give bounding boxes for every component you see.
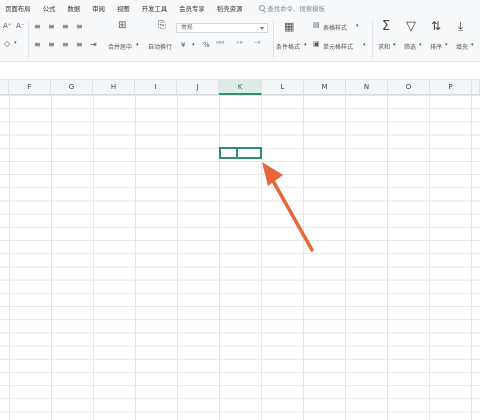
- spreadsheet-app: 页面布局 公式 数据 审阅 视图 开发工具 会员专享 稻壳资源 查找命令、搜索模…: [0, 0, 480, 420]
- arrow-head: [262, 162, 283, 186]
- pointer-arrow: [262, 162, 314, 252]
- arrow-shaft: [270, 177, 314, 252]
